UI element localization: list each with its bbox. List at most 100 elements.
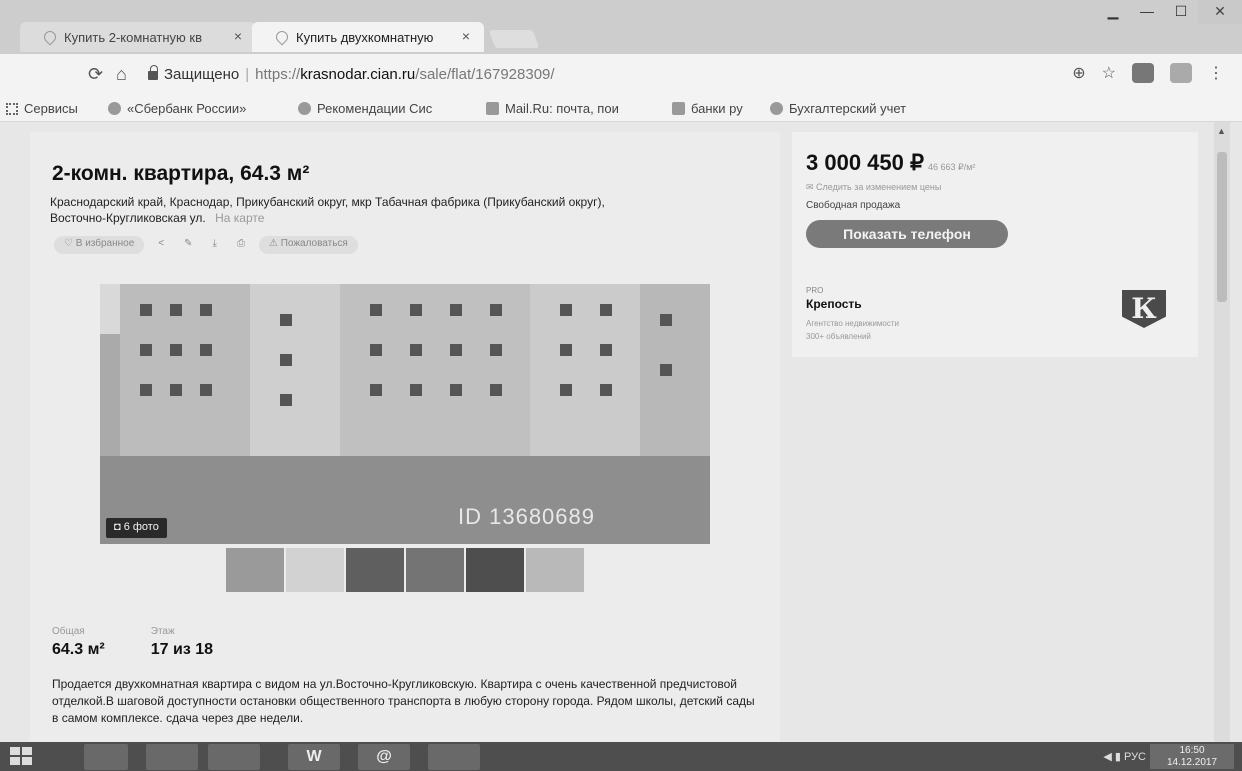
print-icon[interactable]: ⎙ — [231, 236, 251, 254]
user-profile-button[interactable]: ▁ — [1096, 0, 1130, 24]
os-taskbar: W @ ◀ ▮ РУС 16:50 14.12.2017 — [0, 742, 1242, 771]
url-scheme: https:// — [255, 66, 301, 83]
close-tab-icon[interactable]: × — [462, 28, 470, 44]
address-bar: ⟳ ⌂ Защищено | https://krasnodar.cian.ru/s… — [0, 54, 1242, 96]
price-sidebar: 3 000 450 ₽46 663 ₽/м² ✉ Следить за изме… — [792, 132, 1198, 357]
listing-stats: Общая 64.3 м² Этаж 17 из 18 — [52, 626, 213, 659]
photo-thumbnail[interactable] — [526, 548, 584, 592]
language-indicator[interactable]: РУС — [1124, 751, 1146, 763]
home-icon[interactable]: ⌂ — [116, 64, 127, 85]
photo-thumbnail[interactable] — [286, 548, 344, 592]
link-icon — [770, 102, 783, 115]
security-label: Защищено — [164, 66, 240, 83]
tab-2-title: Купить двухкомнатную — [296, 30, 434, 45]
agency-name[interactable]: Крепость — [806, 297, 899, 311]
globe-icon — [298, 102, 311, 115]
agency-info[interactable]: PRO Крепость Агентство недвижимости 300+… — [806, 286, 899, 341]
maximize-button[interactable]: ☐ — [1164, 0, 1198, 24]
url-field[interactable]: Защищено | https://krasnodar.cian.ru/sale/… — [148, 62, 1076, 88]
scroll-thumb[interactable] — [1217, 152, 1227, 302]
photo-thumbnail[interactable] — [226, 548, 284, 592]
listing-actions: ♡ В избранное < ✎ ⤓ ⎙ ⚠ Пожаловаться — [54, 236, 358, 254]
network-icon[interactable]: ▮ — [1115, 751, 1124, 763]
close-tab-icon[interactable]: × — [234, 28, 242, 44]
photo-thumbnail[interactable] — [346, 548, 404, 592]
pro-badge: PRO — [806, 286, 824, 295]
price-per-m2: 46 663 ₽/м² — [927, 162, 976, 172]
windows-start-icon[interactable] — [10, 747, 34, 767]
lock-icon — [148, 65, 158, 80]
window-controls: ▁ — ☐ ✕ — [1096, 0, 1242, 30]
listing-title: 2-комн. квартира, 64.3 м² — [52, 162, 310, 185]
stat-total-area: Общая 64.3 м² — [52, 626, 105, 658]
bookmark-item[interactable]: банки ру — [672, 101, 743, 116]
favorite-button[interactable]: ♡ В избранное — [54, 236, 145, 254]
mail-icon — [486, 102, 499, 115]
bookmark-star-icon[interactable]: ☆ — [1102, 63, 1116, 83]
bookmarks-bar: Сервисы «Сбербанк России» Рекомендации С… — [0, 96, 1242, 122]
minimize-button[interactable]: — — [1130, 0, 1164, 24]
menu-icon[interactable]: ⋮ — [1208, 63, 1224, 83]
listing-card: 2-комн. квартира, 64.3 м² Краснодарский … — [30, 132, 780, 742]
extension-icon[interactable] — [1132, 63, 1154, 83]
sale-type: Свободная продажа — [806, 200, 901, 211]
mail-icon: ✉ — [806, 182, 817, 192]
chrome-icon[interactable] — [146, 744, 198, 770]
camera-icon: ◘ — [114, 521, 124, 533]
sberbank-icon — [108, 102, 121, 115]
photo-gallery[interactable]: ID 13680689 ◘ 6 фото — [100, 284, 710, 544]
url-path: /sale/flat/167928309/ — [415, 66, 555, 83]
price: 3 000 450 ₽46 663 ₽/м² — [806, 150, 976, 175]
extension-icon[interactable] — [1170, 63, 1192, 83]
file-explorer-icon[interactable] — [84, 744, 128, 770]
bookmark-item[interactable]: Бухгалтерский учет — [770, 101, 906, 116]
agency-logo[interactable]: К — [1122, 290, 1166, 328]
photo-watermark: ID 13680689 — [458, 504, 595, 529]
close-window-button[interactable]: ✕ — [1198, 0, 1242, 24]
photo-thumbnail[interactable] — [406, 548, 464, 592]
page-viewport: 2-комн. квартира, 64.3 м² Краснодарский … — [0, 122, 1242, 742]
reload-icon[interactable]: ⟳ — [88, 64, 103, 85]
clock-date: 14.12.2017 — [1166, 757, 1218, 768]
bookmark-item[interactable]: Рекомендации Сис — [298, 101, 432, 116]
clock-time: 16:50 — [1179, 745, 1205, 756]
zoom-icon[interactable]: ⊕ — [1072, 63, 1085, 83]
download-icon[interactable]: ⤓ — [207, 236, 223, 254]
new-tab-button[interactable] — [488, 30, 540, 48]
word-icon[interactable]: W — [288, 744, 340, 770]
page-icon — [672, 102, 685, 115]
share-icon[interactable]: < — [152, 236, 170, 254]
page-scrollbar[interactable]: ▲ — [1214, 122, 1230, 742]
address-text: Краснодарский край, Краснодар, Прикубанс… — [50, 195, 605, 225]
bookmark-item[interactable]: «Сбербанк России» — [108, 101, 246, 116]
stat-floor: Этаж 17 из 18 — [150, 626, 214, 658]
volume-icon[interactable]: ◀ — [1103, 751, 1115, 763]
bookmark-item[interactable]: Сервисы — [6, 101, 78, 116]
tab-1[interactable]: Купить 2-комнатную кв × — [20, 22, 256, 52]
mail-client-icon[interactable]: @ — [358, 744, 410, 770]
system-tray: ◀ ▮ РУС — [1103, 750, 1146, 763]
show-phone-button[interactable]: Показать телефон — [806, 220, 1008, 248]
scroll-up-arrow-icon[interactable]: ▲ — [1217, 126, 1226, 136]
photo-count-badge[interactable]: ◘ 6 фото — [106, 518, 167, 538]
agency-listings-count[interactable]: 300+ объявлений — [806, 332, 899, 341]
tab-2[interactable]: Купить двухкомнатную × — [252, 22, 484, 52]
taskbar-clock[interactable]: 16:50 14.12.2017 — [1150, 744, 1234, 769]
listing-address: Краснодарский край, Краснодар, Прикубанс… — [50, 194, 610, 226]
browser-tabstrip: Купить 2-комнатную кв × Купить двухкомна… — [0, 0, 1242, 54]
tab-1-title: Купить 2-комнатную кв — [64, 30, 202, 45]
complain-button[interactable]: ⚠ Пожаловаться — [258, 236, 358, 254]
apps-grid-icon — [6, 103, 18, 115]
listing-description: Продается двухкомнатная квартира с видом… — [52, 677, 755, 725]
url-host: krasnodar.cian.ru — [300, 66, 416, 83]
app-icon[interactable] — [428, 744, 480, 770]
page-favicon-icon — [273, 28, 291, 46]
bookmark-item[interactable]: Mail.Ru: почта, пои — [486, 101, 619, 116]
ccleaner-icon[interactable] — [208, 744, 260, 770]
agency-type: Агентство недвижимости — [806, 319, 899, 328]
map-link[interactable]: На карте — [215, 211, 264, 225]
follow-price-link[interactable]: ✉ Следить за изменением цены — [806, 182, 941, 193]
photo-thumbnail[interactable] — [466, 548, 524, 592]
edit-icon[interactable]: ✎ — [178, 236, 198, 254]
omnibar-actions: ⊕ ☆ ⋮ — [1072, 63, 1224, 83]
